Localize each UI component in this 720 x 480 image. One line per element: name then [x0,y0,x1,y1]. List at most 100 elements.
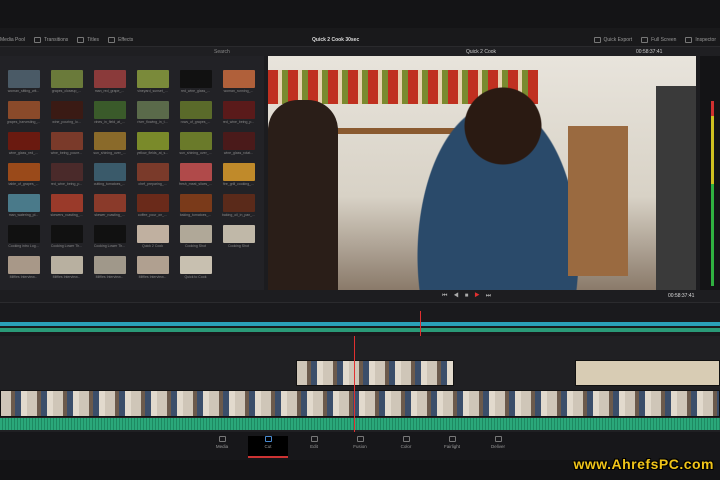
clip-thumbnail[interactable]: red_wine_being_p... [45,163,88,191]
clip-thumbnail[interactable]: Cooking Shot [217,225,260,253]
clip-thumbnail[interactable]: wine_glass_red_... [2,132,45,160]
clip-thumbnail[interactable]: Cooking intro Log... [2,225,45,253]
clip-thumbnail[interactable]: coffee_pour_on_... [131,194,174,222]
page-tab-fairlight[interactable]: Fairlight [432,436,472,458]
clip-thumbnail[interactable]: skewer_roasting_... [88,194,131,222]
clip-thumbnail[interactable]: wine_being_poure... [45,132,88,160]
clip-thumbnail[interactable]: sun_shining_over_... [174,132,217,160]
thumbnail-image [222,70,255,88]
clip-thumbnail[interactable]: man_watering_pl... [2,194,45,222]
clip-thumbnail[interactable]: red_wine_glass_... [174,70,217,98]
clip-thumbnail[interactable]: cutting_tomatoes_... [88,163,131,191]
clip-thumbnail[interactable]: wine_glass_rotat... [217,132,260,160]
quick-export-button[interactable]: Quick Export [604,37,633,43]
clip-thumbnail[interactable]: woman_sitting_wit... [2,70,45,98]
page-tab-label: Edit [310,444,318,449]
upper-track-video [0,322,720,326]
clip-thumbnail[interactable]: vines_in_field_at_... [88,101,131,129]
clip-thumbnail[interactable]: Cooking Lower Th... [45,225,88,253]
clip-thumbnail[interactable]: skewers_roasting_... [45,194,88,222]
thumbnail-image [136,132,169,150]
clip-thumbnail[interactable]: Miffies Interview... [88,256,131,284]
level-meter [711,101,714,286]
clip-label: woman_running_... [223,89,254,93]
top-bar: Media Pool Transitions Titles Effects Qu… [0,0,720,47]
viewer-timecode: 00:58:37:41 [668,293,695,299]
fusion-icon [356,436,364,442]
clip-thumbnail[interactable]: baking_tomatoes_... [174,194,217,222]
clip-thumbnail[interactable]: chef_preparing_... [131,163,174,191]
clip-label: grapes_closeup_... [51,89,82,93]
clip-thumbnail[interactable]: man_red_grape_... [88,70,131,98]
clip-thumbnail[interactable]: Miffies Interview... [131,256,174,284]
upper-timeline[interactable] [0,303,720,336]
media-pool-button[interactable]: Media Pool [0,37,25,43]
clip-label: baking_tomatoes_... [179,213,212,217]
clip-label: vineyard_sunset_... [137,89,168,93]
viewer[interactable] [268,56,696,290]
clip-thumbnail[interactable]: Miffies Interview... [2,256,45,284]
clip-thumbnail[interactable]: red_wine_being_p... [217,101,260,129]
page-tab-fusion[interactable]: Fusion [340,436,380,458]
overlay-clip[interactable] [296,360,454,386]
viewer-title[interactable]: Quick 2 Cook [466,49,496,55]
clip-thumbnail[interactable]: table_of_grapes_... [2,163,45,191]
page-tab-cut[interactable]: Cut [248,436,288,458]
titles-icon [77,37,85,43]
thumbnail-image [50,256,83,274]
toolbar-right: Quick Export Full Screen Inspector [593,37,716,43]
clip-label: Miffies Interview... [9,275,38,279]
page-tab-edit[interactable]: Edit [294,436,334,458]
transport-controls[interactable]: ⏮◀■▶⏭ [442,293,497,300]
page-tab-label: Media [215,444,229,449]
playhead[interactable] [354,336,355,432]
inspector-button[interactable]: Inspector [695,37,716,43]
clip-label: Cooking intro Log... [8,244,39,248]
page-tab-color[interactable]: Color [386,436,426,458]
clip-thumbnail[interactable]: river_flowing_in_t... [131,101,174,129]
lower-timeline[interactable] [0,336,720,432]
clip-label: fresh_meat_slices_... [178,182,213,186]
clip-thumbnail[interactable]: vineyard_sunset_... [131,70,174,98]
thumbnail-image [179,194,212,212]
full-screen-button[interactable]: Full Screen [651,37,676,43]
clip-thumbnail[interactable]: grapes_harvesting_... [2,101,45,129]
thumbnail-image [7,163,40,181]
clip-label: baking_oil_in_pan_... [221,213,256,217]
audio-waveform[interactable] [0,418,720,430]
clip-thumbnail[interactable]: Cooking Lower Th... [88,225,131,253]
clip-thumbnail[interactable]: Cooking Shot [174,225,217,253]
page-tab-label: Deliver [490,444,505,449]
clip-thumbnail[interactable]: yellow_fields_at_s... [131,132,174,160]
title-clip[interactable] [575,360,720,386]
clip-thumbnail[interactable]: woman_running_... [217,70,260,98]
media-pool: woman_sitting_wit... grapes_closeup_... ma… [0,56,264,290]
upper-playhead[interactable] [420,311,421,336]
page-tab-label: Fusion [353,444,367,449]
transitions-button[interactable]: Transitions [44,37,68,43]
clip-thumbnail[interactable]: rows_of_grapes_... [174,101,217,129]
effects-button[interactable]: Effects [118,37,133,43]
page-tab-deliver[interactable]: Deliver [478,436,518,458]
clip-thumbnail[interactable]: fire_grill_cooking_... [217,163,260,191]
clip-thumbnail[interactable]: fresh_meat_slices_... [174,163,217,191]
clip-label: red_wine_glass_... [180,89,211,93]
titles-button[interactable]: Titles [87,37,99,43]
clip-grid: woman_sitting_wit... grapes_closeup_... ma… [2,70,260,284]
clip-thumbnail[interactable]: baking_oil_in_pan_... [217,194,260,222]
search-button[interactable]: Search [214,49,230,55]
clip-thumbnail[interactable]: Quick 2 Cook [131,225,174,253]
clip-label: coffee_pour_on_... [137,213,168,217]
clip-thumbnail[interactable]: wine_pouring_lo... [45,101,88,129]
page-tab-media[interactable]: Media [202,436,242,458]
page-tab-label: Fairlight [443,444,460,449]
clip-thumbnail[interactable]: grapes_closeup_... [45,70,88,98]
clip-thumbnail[interactable]: Quick to Cook [174,256,217,284]
main-track-clips[interactable] [0,390,720,417]
thumbnail-image [179,256,212,274]
panel-header: Search Quick 2 Cook 00:58:37:41 [0,47,720,56]
page-tab-label: Cut [264,444,272,449]
clip-thumbnail[interactable]: sun_shining_over_... [88,132,131,160]
full-screen-icon [641,37,649,43]
clip-thumbnail[interactable]: Miffies Interview... [45,256,88,284]
